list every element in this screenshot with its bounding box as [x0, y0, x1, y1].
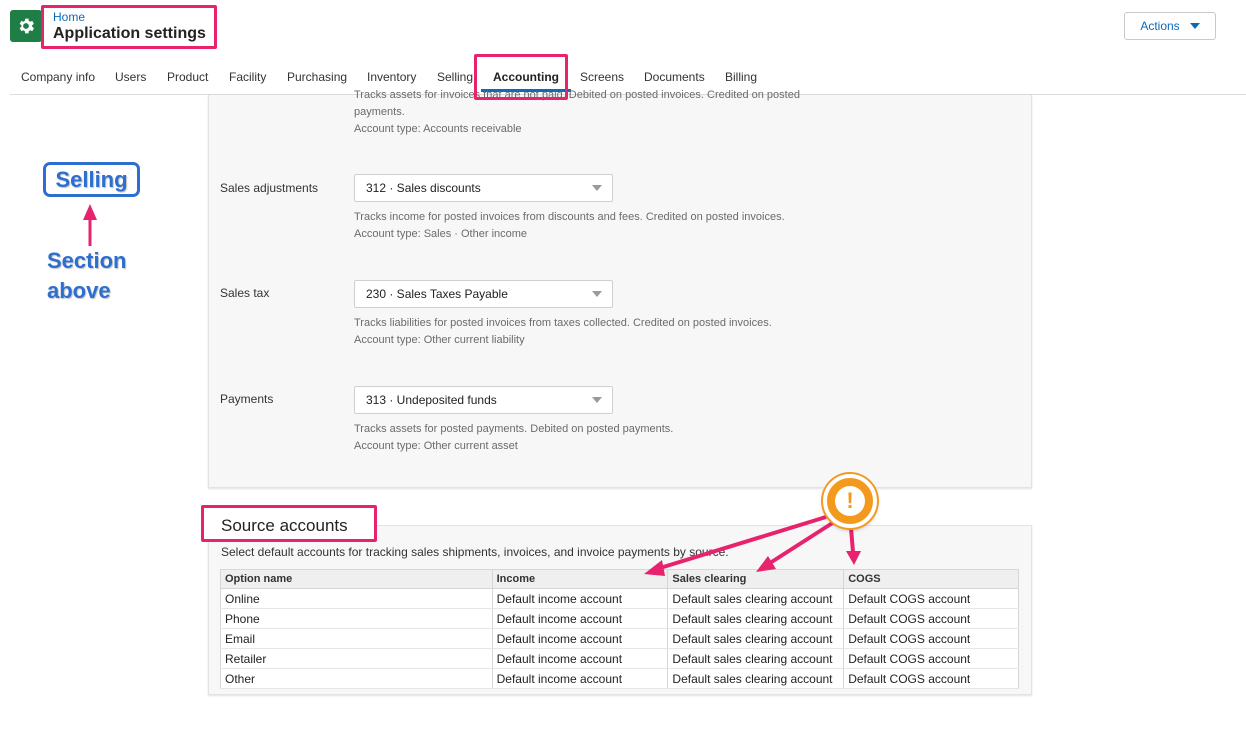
annotation-arrows — [83, 204, 861, 576]
warning-arrowhead-clearing-icon — [756, 556, 776, 572]
callout-up-arrowhead-icon — [83, 204, 97, 220]
warning-arrowhead-income-icon — [644, 560, 665, 576]
warning-arrow-clearing-icon — [768, 520, 836, 565]
warning-arrowhead-cogs-icon — [846, 551, 861, 565]
warning-symbol: ! — [835, 486, 865, 516]
warning-icon: ! — [823, 474, 877, 528]
warning-arrow-cogs-icon — [849, 527, 855, 553]
